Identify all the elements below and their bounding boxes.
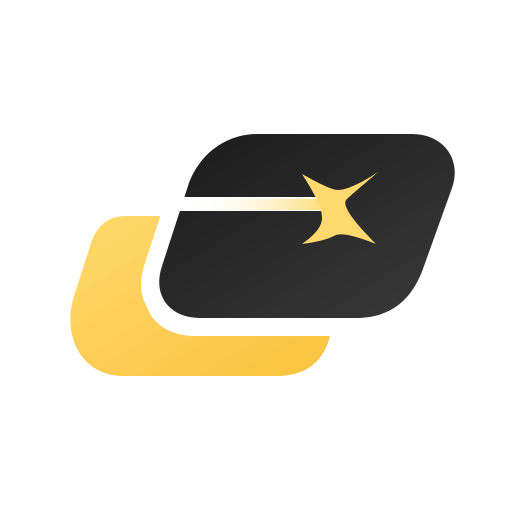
star-card-logo-icon <box>70 124 467 376</box>
star-streak <box>183 199 330 210</box>
app-icon-canvas <box>0 0 512 512</box>
front-card-shape <box>159 134 455 318</box>
